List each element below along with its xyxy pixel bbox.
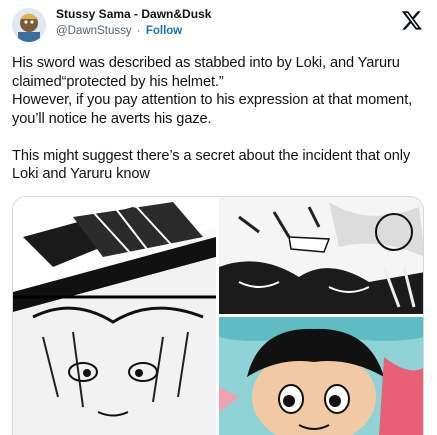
- tweet-media[interactable]: [12, 196, 424, 435]
- meta-separator: ·: [136, 25, 141, 37]
- x-logo-icon[interactable]: [401, 9, 423, 31]
- tweet-text: His sword was described as stabbed into …: [12, 55, 413, 182]
- avatar[interactable]: [12, 8, 46, 42]
- author-name[interactable]: Stussy Sama - Dawn&Dusk: [56, 7, 211, 21]
- follow-link[interactable]: Follow: [146, 25, 182, 37]
- author-handle[interactable]: @DawnStussy: [56, 25, 132, 37]
- manga-panel-left[interactable]: [13, 197, 216, 435]
- manga-panel-top-right[interactable]: [219, 197, 423, 314]
- manga-panel-bottom-right[interactable]: [219, 317, 423, 435]
- author-meta: @DawnStussy · Follow: [56, 25, 182, 37]
